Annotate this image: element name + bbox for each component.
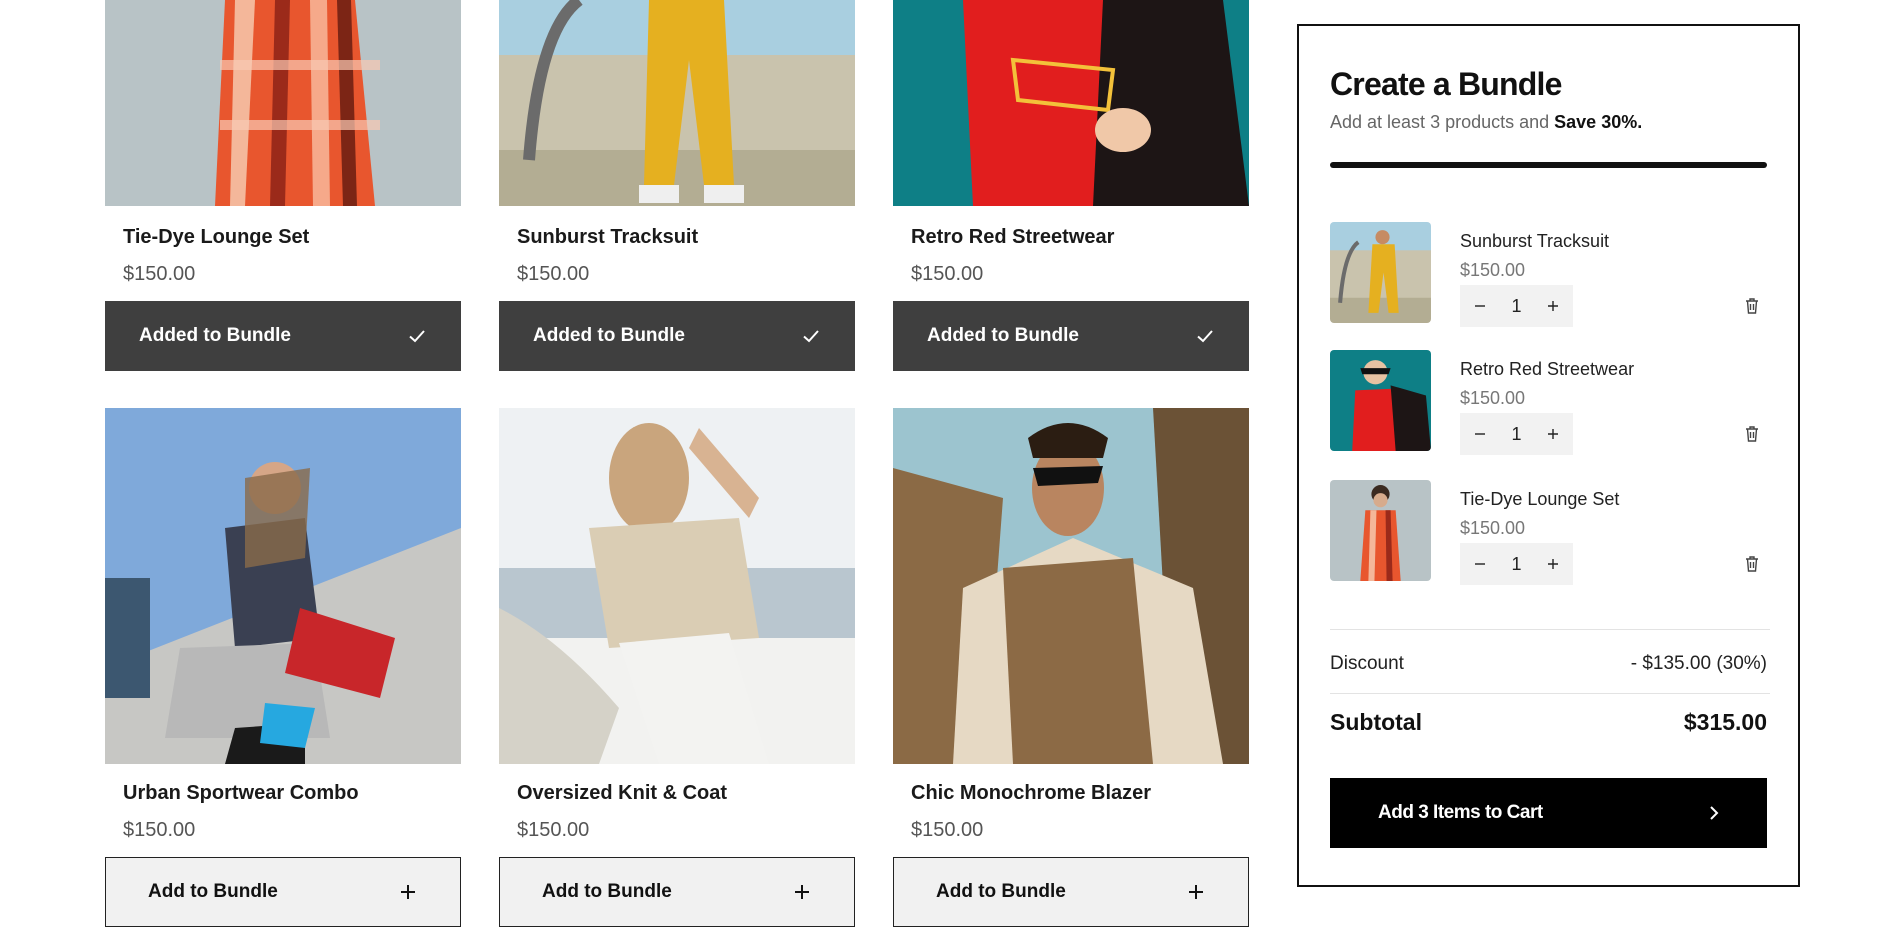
bundle-item-name: Sunburst Tracksuit <box>1460 231 1610 251</box>
quantity-value[interactable]: 1 <box>1511 554 1521 575</box>
trash-icon[interactable] <box>1742 296 1762 316</box>
product-card[interactable]: Sunburst Tracksuit $150.00 Added to Bund… <box>499 0 855 371</box>
product-image[interactable] <box>105 0 461 206</box>
product-image[interactable] <box>105 408 461 764</box>
subtotal-label: Subtotal <box>1330 709 1422 735</box>
product-name[interactable]: Tie-Dye Lounge Set <box>123 226 309 249</box>
product-name[interactable]: Sunburst Tracksuit <box>517 226 698 249</box>
bundle-title: Create a Bundle <box>1330 66 1562 102</box>
bundle-item: Sunburst Tracksuit $150.00 1 <box>1330 222 1770 327</box>
plus-icon <box>1189 885 1203 899</box>
bundle-progress-bar <box>1330 162 1767 168</box>
added-to-bundle-button[interactable]: Added to Bundle <box>105 301 461 371</box>
product-image[interactable] <box>499 408 855 764</box>
bundle-item-price: $150.00 <box>1460 260 1526 280</box>
add-to-cart-label: Add 3 Items to Cart <box>1378 802 1543 823</box>
quantity-stepper: 1 <box>1460 543 1573 585</box>
quantity-stepper: 1 <box>1460 285 1573 327</box>
check-icon <box>1197 330 1213 343</box>
button-label: Added to Bundle <box>533 325 685 346</box>
discount-value: - $135.00 (30%) <box>1630 653 1767 674</box>
decrease-quantity-button[interactable] <box>1470 554 1490 574</box>
product-name[interactable]: Urban Sportwear Combo <box>123 782 359 805</box>
plus-icon <box>1547 301 1558 311</box>
added-to-bundle-button[interactable]: Added to Bundle <box>499 301 855 371</box>
divider <box>1330 693 1770 694</box>
product-price: $150.00 <box>517 263 590 285</box>
button-label: Added to Bundle <box>139 325 291 346</box>
product-card[interactable]: Oversized Knit & Coat $150.00 Add to Bun… <box>499 408 855 927</box>
check-icon <box>409 330 425 343</box>
product-price: $150.00 <box>517 819 590 841</box>
product-card[interactable]: Chic Monochrome Blazer $150.00 Add to Bu… <box>893 408 1249 927</box>
plus-icon <box>1547 429 1558 439</box>
check-icon <box>803 330 819 343</box>
bundle-item: Tie-Dye Lounge Set $150.00 1 <box>1330 480 1770 585</box>
bundle-item: Retro Red Streetwear $150.00 1 <box>1330 350 1770 455</box>
button-label: Add to Bundle <box>936 881 1066 902</box>
bundle-item-price: $150.00 <box>1460 388 1526 408</box>
quantity-stepper: 1 <box>1460 413 1573 455</box>
bundle-item-name: Tie-Dye Lounge Set <box>1460 489 1620 509</box>
subtitle-text: Add at least 3 products and <box>1330 112 1555 132</box>
trash-icon[interactable] <box>1742 424 1762 444</box>
button-label: Added to Bundle <box>927 325 1079 346</box>
product-price: $150.00 <box>911 819 984 841</box>
subtitle-savings: Save 30%. <box>1554 112 1643 132</box>
quantity-value[interactable]: 1 <box>1511 424 1521 445</box>
bundle-subtitle: Add at least 3 products and Save 30%. <box>1330 112 1642 133</box>
increase-quantity-button[interactable] <box>1543 424 1563 444</box>
button-label: Add to Bundle <box>148 881 278 902</box>
plus-icon <box>401 885 415 899</box>
product-name[interactable]: Chic Monochrome Blazer <box>911 782 1151 805</box>
product-card[interactable]: Urban Sportwear Combo $150.00 Add to Bun… <box>105 408 461 927</box>
product-price: $150.00 <box>911 263 984 285</box>
product-price: $150.00 <box>123 819 196 841</box>
product-image[interactable] <box>893 0 1249 206</box>
product-image[interactable] <box>893 408 1249 764</box>
bundle-item-name: Retro Red Streetwear <box>1460 359 1635 379</box>
minus-icon <box>1475 433 1485 435</box>
trash-icon[interactable] <box>1742 554 1762 574</box>
subtotal-value: $315.00 <box>1683 709 1767 735</box>
plus-icon <box>795 885 809 899</box>
product-card[interactable]: Retro Red Streetwear $150.00 Added to Bu… <box>893 0 1249 371</box>
product-card[interactable]: Tie-Dye Lounge Set $150.00 Added to Bund… <box>105 0 461 371</box>
quantity-value[interactable]: 1 <box>1511 296 1521 317</box>
bundle-item-price: $150.00 <box>1460 518 1526 538</box>
increase-quantity-button[interactable] <box>1543 296 1563 316</box>
decrease-quantity-button[interactable] <box>1470 296 1490 316</box>
product-image[interactable] <box>499 0 855 206</box>
product-name[interactable]: Retro Red Streetwear <box>911 226 1114 249</box>
bundle-item-thumbnail <box>1330 480 1431 581</box>
decrease-quantity-button[interactable] <box>1470 424 1490 444</box>
added-to-bundle-button[interactable]: Added to Bundle <box>893 301 1249 371</box>
add-to-bundle-button[interactable]: Add to Bundle <box>499 857 855 927</box>
divider <box>1330 629 1770 630</box>
button-label: Add to Bundle <box>542 881 672 902</box>
product-name[interactable]: Oversized Knit & Coat <box>517 782 727 805</box>
add-to-bundle-button[interactable]: Add to Bundle <box>105 857 461 927</box>
add-to-bundle-button[interactable]: Add to Bundle <box>893 857 1249 927</box>
bundle-item-thumbnail <box>1330 222 1431 323</box>
minus-icon <box>1475 563 1485 565</box>
product-price: $150.00 <box>123 263 196 285</box>
bundle-panel: Create a Bundle Add at least 3 products … <box>1297 24 1800 887</box>
chevron-right-icon <box>1710 806 1719 820</box>
discount-label: Discount <box>1330 653 1404 674</box>
bundle-item-thumbnail <box>1330 350 1431 451</box>
increase-quantity-button[interactable] <box>1543 554 1563 574</box>
minus-icon <box>1475 305 1485 307</box>
add-to-cart-button[interactable]: Add 3 Items to Cart <box>1330 778 1767 848</box>
plus-icon <box>1547 559 1558 569</box>
